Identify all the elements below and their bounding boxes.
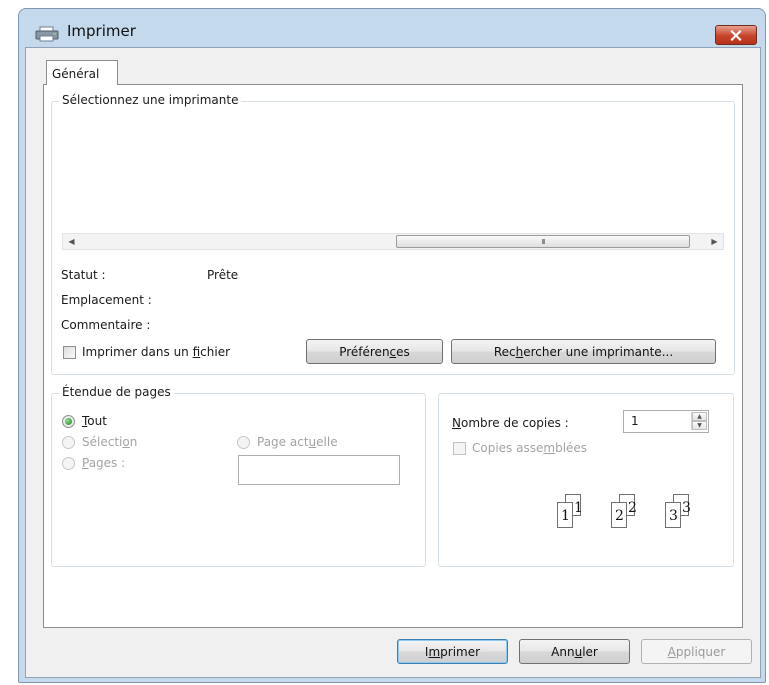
page-range-selection-radio[interactable] xyxy=(62,436,75,449)
page-range-pages-label: Pages : xyxy=(82,456,126,470)
page-range-current-radio[interactable] xyxy=(237,436,250,449)
scroll-thumb[interactable]: III xyxy=(396,235,690,248)
print-dialog: Imprimer Général Sélectionnez une imprim… xyxy=(18,8,766,683)
copies-group: Nombre de copies : 1 ▲ ▼ Copies assemblé… xyxy=(438,393,734,567)
spin-down-icon[interactable]: ▼ xyxy=(692,421,707,430)
collate-number-front: 1 xyxy=(561,508,570,524)
close-icon xyxy=(730,29,742,41)
collate-stack-3: 3 3 xyxy=(665,494,705,528)
page-range-current-label: Page actuelle xyxy=(257,435,338,449)
window-title: Imprimer xyxy=(67,22,136,40)
scroll-left-arrow-icon[interactable]: ◀ xyxy=(63,234,80,249)
tab-general-label: Général xyxy=(52,67,100,81)
collate-stack-2: 2 2 xyxy=(611,494,651,528)
tab-general[interactable]: Général xyxy=(46,60,118,85)
spin-up-icon[interactable]: ▲ xyxy=(692,412,707,421)
pages-input[interactable] xyxy=(238,455,400,485)
title-bar[interactable]: Imprimer xyxy=(19,9,765,49)
select-printer-label: Sélectionnez une imprimante xyxy=(59,93,242,107)
copies-spinner[interactable]: ▲ ▼ xyxy=(691,412,707,430)
copies-count-value: 1 xyxy=(631,414,639,428)
collate-checkbox[interactable] xyxy=(453,442,466,455)
status-label: Statut : xyxy=(61,268,106,282)
collate-number-back: 3 xyxy=(682,500,691,516)
collate-number-front: 3 xyxy=(669,508,678,524)
page-range-group: Étendue de pages Tout Sélection Page act… xyxy=(51,385,426,567)
page-range-label: Étendue de pages xyxy=(59,385,174,399)
preferences-button[interactable]: Préféren c es xyxy=(306,339,443,364)
find-printer-button[interactable]: Rec h ercher une imprimante... xyxy=(451,339,716,364)
page-range-all-radio[interactable] xyxy=(62,415,75,428)
status-value: Prête xyxy=(207,268,239,282)
cancel-button[interactable]: Ann u ler xyxy=(519,639,630,664)
collate-stack-1: 1 1 xyxy=(557,494,597,528)
print-to-file-checkbox[interactable] xyxy=(63,346,76,359)
apply-button[interactable]: Appliquer xyxy=(641,639,752,664)
copies-count-input[interactable]: 1 ▲ ▼ xyxy=(623,410,709,433)
collate-number-front: 2 xyxy=(615,508,624,524)
close-button[interactable] xyxy=(715,25,757,45)
page-range-selection-label: Sélection xyxy=(82,435,138,449)
collate-number-back: 1 xyxy=(574,500,583,516)
collate-number-back: 2 xyxy=(628,500,637,516)
printer-list-scrollbar[interactable]: ◀ III ▶ xyxy=(62,233,724,250)
scroll-thumb-grip: III xyxy=(541,237,545,246)
collate-label: Copies assemblées xyxy=(472,441,588,455)
printer-icon xyxy=(35,26,59,42)
page-range-all-label[interactable]: Tout xyxy=(82,414,107,428)
general-tab-panel: Sélectionnez une imprimante ◀ III ▶ Stat… xyxy=(43,84,743,628)
page-range-pages-radio[interactable] xyxy=(62,457,75,470)
select-printer-group: Sélectionnez une imprimante ◀ III ▶ Stat… xyxy=(51,93,735,375)
print-to-file-label[interactable]: Imprimer dans un fichier xyxy=(82,345,230,359)
comment-label: Commentaire : xyxy=(61,318,151,332)
dialog-body: Général Sélectionnez une imprimante ◀ II… xyxy=(25,47,761,678)
scroll-right-arrow-icon[interactable]: ▶ xyxy=(706,234,723,249)
copies-count-label: Nombre de copies : xyxy=(452,416,569,430)
print-button[interactable]: Im primer xyxy=(397,639,508,664)
location-label: Emplacement : xyxy=(61,293,152,307)
